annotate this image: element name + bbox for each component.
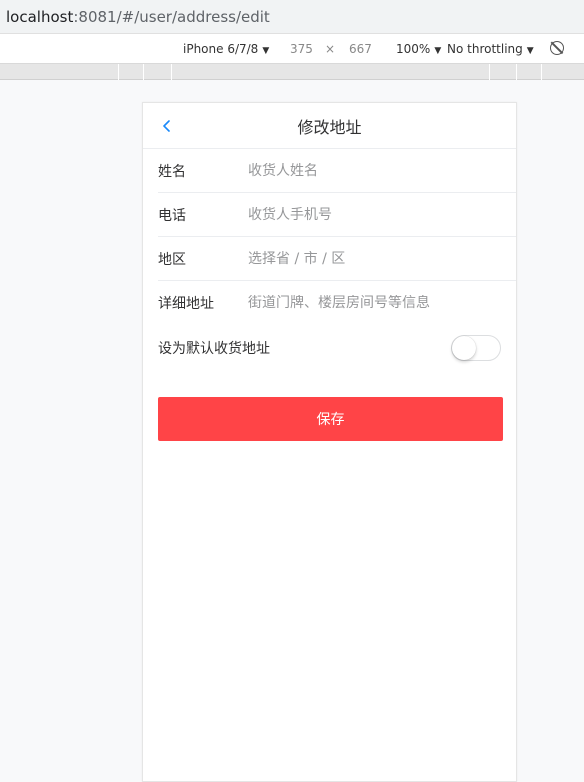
address-bar[interactable]: localhost:8081/#/user/address/edit — [0, 0, 584, 34]
media-query-bar[interactable] — [0, 64, 584, 80]
zoom-select-label: 100% — [396, 42, 431, 56]
save-button[interactable]: 保存 — [158, 397, 503, 441]
zoom-select[interactable]: 100% ▼ — [396, 42, 441, 56]
name-label: 姓名 — [158, 164, 186, 180]
url-host: localhost — [6, 7, 74, 26]
device-select[interactable]: iPhone 6/7/8 ▼ — [183, 42, 269, 56]
switch-knob — [452, 336, 476, 360]
region-label: 地区 — [158, 252, 186, 268]
page-title: 修改地址 — [297, 117, 362, 137]
detail-address-input[interactable] — [248, 295, 501, 311]
url-path: :8081/#/user/address/edit — [73, 7, 270, 26]
default-address-switch[interactable] — [451, 335, 501, 361]
region-cell: 地区 — [143, 237, 516, 281]
throttling-select[interactable]: No throttling ▼ — [447, 42, 534, 56]
back-arrow-icon[interactable] — [159, 118, 175, 134]
name-cell: 姓名 — [143, 149, 516, 193]
device-viewport: 修改地址 姓名 电话 地区 详细地址 设为默认收货地址 保存 — [142, 102, 517, 782]
throttling-select-label: No throttling — [447, 42, 523, 56]
media-query-marker — [118, 64, 119, 80]
device-select-label: iPhone 6/7/8 — [183, 42, 259, 56]
media-query-marker — [541, 64, 542, 80]
phone-cell: 电话 — [143, 193, 516, 237]
chevron-down-icon: ▼ — [262, 46, 270, 56]
default-address-cell: 设为默认收货地址 — [143, 325, 516, 371]
phone-input[interactable] — [248, 207, 501, 223]
media-query-marker — [516, 64, 517, 80]
media-query-marker — [171, 64, 172, 80]
viewport-height-input[interactable]: 667 — [349, 42, 372, 56]
rotate-icon[interactable] — [550, 41, 564, 55]
device-toolbar: iPhone 6/7/8 ▼ 375 × 667 100% ▼ No throttl… — [0, 34, 584, 64]
dimension-separator: × — [325, 42, 336, 56]
viewport-width-input[interactable]: 375 — [290, 42, 313, 56]
detail-address-label: 详细地址 — [158, 296, 214, 312]
phone-label: 电话 — [158, 208, 186, 224]
nav-bar: 修改地址 — [143, 103, 516, 149]
media-query-marker — [489, 64, 490, 80]
default-address-label: 设为默认收货地址 — [158, 341, 270, 357]
region-picker[interactable] — [248, 251, 501, 267]
name-input[interactable] — [248, 163, 501, 179]
chevron-down-icon: ▼ — [526, 46, 534, 56]
media-query-marker — [143, 64, 144, 80]
detail-address-cell: 详细地址 — [143, 281, 516, 325]
chevron-down-icon: ▼ — [434, 46, 442, 56]
